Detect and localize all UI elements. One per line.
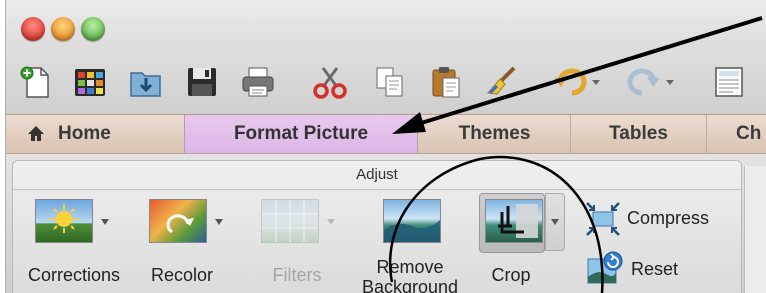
zoom-window-button[interactable] <box>81 17 105 41</box>
filters-dropdown-icon[interactable] <box>327 219 335 225</box>
copy-icon[interactable] <box>372 64 408 100</box>
print-icon[interactable] <box>240 64 276 100</box>
gallery-icon[interactable] <box>72 64 108 100</box>
filters-icon <box>261 199 319 243</box>
close-window-button[interactable] <box>21 17 45 41</box>
tab-themes[interactable]: Themes <box>419 115 571 153</box>
crop-dropdown-icon[interactable] <box>551 219 559 225</box>
corrections-label: Corrections <box>27 265 121 285</box>
crop-button[interactable]: Crop <box>475 193 567 293</box>
open-folder-icon[interactable] <box>128 64 164 100</box>
undo-dropdown-icon[interactable] <box>592 80 600 85</box>
format-painter-icon[interactable] <box>484 64 520 100</box>
tab-charts-label: Ch <box>736 123 762 144</box>
remove-background-icon <box>383 199 441 243</box>
remove-background-label-line2: Background <box>361 277 459 293</box>
corrections-icon <box>35 199 93 243</box>
redo-dropdown-icon[interactable] <box>666 80 674 85</box>
filters-button[interactable]: Filters <box>249 195 345 293</box>
recolor-icon <box>149 199 207 243</box>
recolor-button[interactable]: Recolor <box>137 195 237 293</box>
corrections-dropdown-icon[interactable] <box>101 219 109 225</box>
app-window: Home Format Picture Themes Tables Ch Adj… <box>5 0 766 293</box>
reset-icon <box>585 249 625 293</box>
crop-icon <box>485 199 543 243</box>
tab-tables-label: Tables <box>609 123 668 144</box>
tab-home-label: Home <box>58 123 111 144</box>
ribbon-side-panel <box>744 166 766 293</box>
new-document-icon[interactable] <box>18 64 54 100</box>
paste-icon[interactable] <box>428 64 464 100</box>
cut-icon[interactable] <box>312 64 348 100</box>
adjust-group-title: Adjust <box>13 161 741 190</box>
crop-label: Crop <box>491 265 531 285</box>
tab-charts[interactable]: Ch <box>736 115 766 153</box>
tab-home[interactable]: Home <box>6 115 191 153</box>
recolor-dropdown-icon[interactable] <box>215 219 223 225</box>
minimize-window-button[interactable] <box>51 17 75 41</box>
standard-toolbar <box>6 50 766 114</box>
recolor-label: Recolor <box>150 265 214 285</box>
corrections-button[interactable]: Corrections <box>17 195 131 293</box>
compress-icon <box>585 201 621 242</box>
redo-icon[interactable] <box>626 64 662 100</box>
tab-tables[interactable]: Tables <box>571 115 707 153</box>
remove-background-button[interactable]: Remove Background <box>355 195 465 293</box>
ribbon-panel: Adjust Corrections Recolor Filters Remov… <box>6 154 766 293</box>
compress-label: Compress <box>627 208 710 228</box>
filters-label: Filters <box>272 265 322 285</box>
title-bar <box>6 0 766 50</box>
reset-button[interactable]: Reset <box>585 249 705 289</box>
undo-icon[interactable] <box>552 64 588 100</box>
save-icon[interactable] <box>184 64 220 100</box>
adjust-group: Adjust Corrections Recolor Filters Remov… <box>12 160 742 293</box>
tab-themes-label: Themes <box>458 123 531 144</box>
tab-format-picture-label: Format Picture <box>233 123 369 144</box>
remove-background-label-line1: Remove <box>376 257 444 277</box>
ribbon-tab-bar: Home Format Picture Themes Tables Ch <box>6 114 766 154</box>
reset-label: Reset <box>631 259 679 279</box>
tab-format-picture[interactable]: Format Picture <box>184 115 418 153</box>
compress-button[interactable]: Compress <box>585 201 735 237</box>
document-icon[interactable] <box>712 64 748 100</box>
